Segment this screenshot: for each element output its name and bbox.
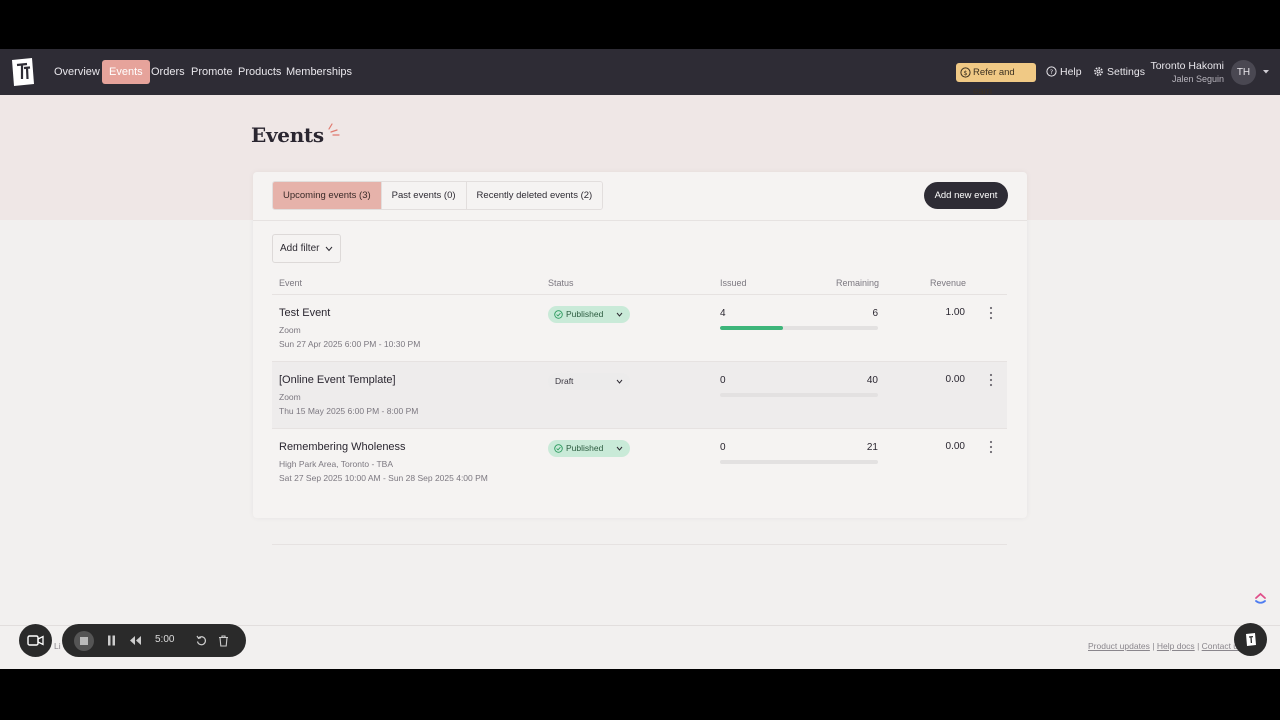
tickets-progress-bar — [720, 326, 878, 330]
event-name[interactable]: Remembering Wholeness — [279, 441, 406, 453]
recording-controls: 5:00 — [62, 624, 246, 657]
footer-text: Li — [54, 641, 61, 651]
event-date: Sun 27 Apr 2025 6:00 PM - 10:30 PM — [279, 339, 421, 349]
issued-count: 0 — [720, 442, 726, 453]
pause-icon[interactable] — [107, 635, 116, 646]
nav-promote[interactable]: Promote — [188, 60, 236, 84]
chevron-down-icon — [616, 446, 623, 451]
column-header-issued: Issued — [720, 278, 747, 288]
help-label: Help — [1060, 66, 1082, 78]
status-label: Published — [566, 309, 604, 319]
check-circle-icon — [554, 444, 563, 453]
nav-products[interactable]: Products — [235, 60, 284, 84]
column-header-event: Event — [279, 278, 303, 288]
status-label: Draft — [555, 376, 574, 386]
more-options-icon[interactable] — [988, 306, 994, 320]
footer-link-product-updates[interactable]: Product updates — [1088, 641, 1150, 651]
question-circle-icon: ? — [1046, 66, 1057, 77]
ticket-icon — [1246, 633, 1256, 646]
event-location: Zoom — [279, 392, 301, 402]
column-header-status: Status — [548, 278, 574, 288]
more-options-icon[interactable] — [988, 373, 994, 387]
remaining-count: 6 — [872, 308, 878, 319]
stop-recording-button[interactable] — [74, 631, 94, 651]
add-filter-label: Add filter — [280, 243, 320, 254]
svg-text:?: ? — [1050, 68, 1053, 76]
event-tabs: Upcoming events (3) Past events (0) Rece… — [272, 181, 604, 210]
recording-timer: 5:00 — [155, 634, 175, 645]
add-new-event-button[interactable]: Add new event — [924, 182, 1008, 209]
sparkle-icon — [328, 123, 340, 136]
restart-icon[interactable] — [196, 635, 207, 646]
app-screen: Overview Events Orders Promote Products … — [0, 49, 1280, 669]
clickup-icon[interactable] — [1254, 592, 1267, 605]
more-options-icon[interactable] — [988, 440, 994, 454]
footer-separator: | — [1152, 641, 1155, 651]
rewind-icon[interactable] — [129, 635, 142, 646]
tickets-progress-bar — [720, 393, 878, 397]
refer-and-earn-button[interactable]: $ Refer and earn — [956, 63, 1036, 97]
svg-text:$: $ — [963, 69, 967, 77]
top-nav: Overview Events Orders Promote Products … — [0, 49, 1280, 97]
chat-help-button[interactable] — [1234, 623, 1267, 656]
remaining-count: 21 — [866, 442, 878, 453]
revenue-value: 0.00 — [945, 374, 965, 385]
account-name[interactable]: Toronto Hakomi — [1140, 60, 1224, 72]
help-link[interactable]: ? Help — [1046, 65, 1082, 79]
chevron-down-icon — [616, 379, 623, 384]
nav-orders[interactable]: Orders — [148, 60, 188, 84]
nav-events[interactable]: Events — [102, 60, 150, 84]
account-user: Jalen Seguin — [1171, 74, 1224, 84]
issued-count: 0 — [720, 375, 726, 386]
nav-memberships[interactable]: Memberships — [283, 60, 355, 84]
footer-separator: | — [1197, 641, 1200, 651]
page-title: Events — [251, 123, 324, 147]
gear-icon — [1094, 67, 1103, 76]
refer-label: Refer and earn — [973, 67, 1015, 97]
settings-link[interactable]: Settings — [1093, 65, 1145, 79]
chevron-down-icon — [325, 246, 333, 252]
event-date: Sat 27 Sep 2025 10:00 AM - Sun 28 Sep 20… — [279, 473, 488, 483]
column-header-revenue: Revenue — [930, 278, 967, 288]
video-camera-icon — [27, 635, 44, 646]
event-location: Zoom — [279, 325, 301, 335]
footer-link-help-docs[interactable]: Help docs — [1157, 641, 1195, 651]
event-date: Thu 15 May 2025 6:00 PM - 8:00 PM — [279, 406, 419, 416]
events-card: Upcoming events (3) Past events (0) Rece… — [253, 172, 1027, 545]
table-row[interactable]: Test Event Zoom Sun 27 Apr 2025 6:00 PM … — [272, 294, 1007, 361]
nav-overview[interactable]: Overview — [51, 60, 103, 84]
divider — [253, 220, 1027, 221]
divider — [272, 544, 1007, 545]
tickets-progress-bar — [720, 460, 878, 464]
logo-icon[interactable] — [10, 57, 36, 87]
event-name[interactable]: Test Event — [279, 307, 330, 319]
chevron-down-icon — [616, 312, 623, 317]
table-row[interactable]: Remembering Wholeness High Park Area, To… — [272, 428, 1007, 495]
check-circle-icon — [554, 310, 563, 319]
event-name[interactable]: [Online Event Template] — [279, 374, 396, 386]
chevron-down-icon[interactable] — [1262, 69, 1270, 75]
remaining-count: 40 — [866, 375, 878, 386]
status-dropdown[interactable]: Published — [548, 306, 630, 323]
event-location: High Park Area, Toronto - TBA — [279, 459, 394, 469]
tab-past-events[interactable]: Past events (0) — [381, 182, 467, 209]
status-dropdown[interactable]: Published — [548, 440, 630, 457]
tab-recently-deleted[interactable]: Recently deleted events (2) — [466, 182, 603, 209]
footer-links: Product updates | Help docs | Contact us — [1088, 641, 1242, 651]
table-row[interactable]: [Online Event Template] Zoom Thu 15 May … — [272, 361, 1007, 428]
camera-toggle-button[interactable] — [19, 624, 52, 657]
revenue-value: 1.00 — [945, 307, 965, 318]
add-filter-button[interactable]: Add filter — [272, 234, 341, 263]
trash-icon[interactable] — [218, 635, 229, 647]
revenue-value: 0.00 — [945, 441, 965, 452]
status-label: Published — [566, 443, 604, 453]
tab-upcoming-events[interactable]: Upcoming events (3) — [273, 182, 382, 209]
progress-fill — [720, 326, 784, 330]
issued-count: 4 — [720, 308, 726, 319]
dollar-icon: $ — [960, 67, 971, 78]
column-header-remaining: Remaining — [836, 278, 880, 288]
status-dropdown[interactable]: Draft — [548, 373, 630, 390]
avatar[interactable]: TH — [1231, 60, 1256, 85]
